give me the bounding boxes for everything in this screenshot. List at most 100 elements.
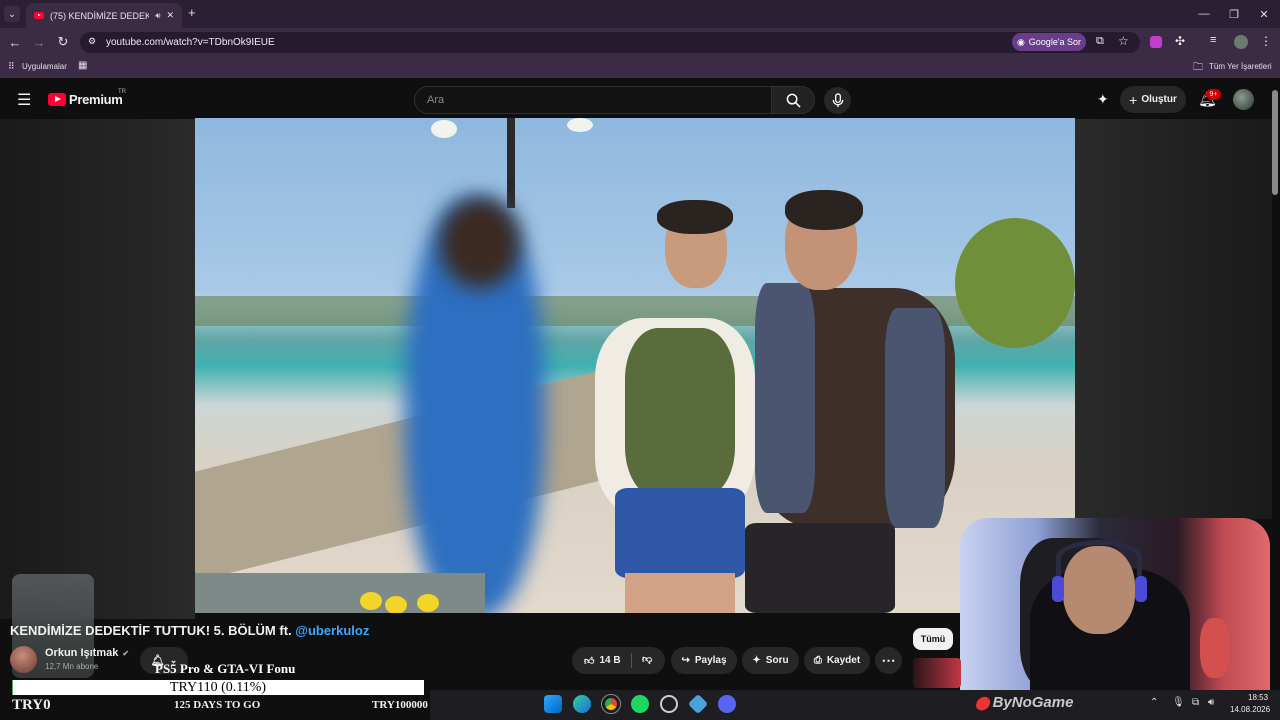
clock-date[interactable]: 14.08.2026 <box>1230 705 1270 714</box>
create-button[interactable]: + Oluştur <box>1120 86 1186 113</box>
hamburger-menu-icon[interactable]: ☰ <box>17 90 31 110</box>
share-icon: ↪ <box>681 655 690 666</box>
browser-toolbar: ← → ↻ ⚙ youtube.com/watch?v=TDbnOk9IEUE … <box>0 28 1280 56</box>
fund-goal: TRY100000 <box>372 699 428 711</box>
bookmark-star-icon[interactable]: ☆ <box>1118 34 1129 48</box>
tab-groups-icon[interactable]: ▦ <box>78 60 87 71</box>
region-label: TR <box>118 89 126 95</box>
apps-grid-icon[interactable]: ⠿ <box>8 61 15 72</box>
restore-icon[interactable]: ❐ <box>1218 0 1250 28</box>
notification-badge: 9+ <box>1206 89 1221 100</box>
extension-icon[interactable] <box>1150 36 1162 48</box>
tray-volume-icon[interactable]: 🔊︎ <box>1208 697 1214 708</box>
video-player[interactable] <box>195 118 1075 613</box>
search-input[interactable]: Ara <box>414 86 772 114</box>
microphone-icon <box>832 93 843 108</box>
bookmark-apps[interactable]: Uygulamalar <box>22 62 67 71</box>
search-icon <box>786 93 801 108</box>
windows-taskbar: ⬤ ByNoGame ⌃ 🎙︎ ⧉ 🔊︎ 18:53 14.08.2026 <box>430 690 1280 720</box>
fund-progress-text: TRY110 (0.11%) <box>169 679 267 695</box>
create-label: Oluştur <box>1141 94 1177 105</box>
discord-icon[interactable] <box>718 695 736 713</box>
towel-person-2b <box>885 308 945 528</box>
close-tab-icon[interactable]: ✕ <box>166 10 174 21</box>
ambient-right <box>1075 119 1272 519</box>
chip-all[interactable]: Tümü <box>913 628 953 650</box>
install-icon[interactable]: ⧉ <box>1096 35 1104 48</box>
voice-search-button[interactable] <box>824 87 851 114</box>
lens-icon: ◉ <box>1016 36 1025 47</box>
browser-tab-strip: ⌄ (75) KENDİMİZE DEDEKTİF T 🔊︎ ✕ + — ❐ ✕ <box>0 0 1280 28</box>
recommended-thumbnail[interactable] <box>913 658 961 688</box>
shorts-person-1 <box>615 488 745 578</box>
start-icon[interactable] <box>544 695 562 713</box>
close-window-icon[interactable]: ✕ <box>1248 0 1280 28</box>
edge-icon[interactable] <box>573 695 591 713</box>
browser-tab[interactable]: (75) KENDİMİZE DEDEKTİF T 🔊︎ ✕ <box>26 3 182 28</box>
divider <box>631 653 632 668</box>
app-icon[interactable] <box>687 693 709 715</box>
guitar <box>1200 618 1230 678</box>
youtube-header: ☰ Premium TR Ara ✦ + Oluştur 🔔︎ 9+ <box>0 81 1280 119</box>
lemon <box>360 592 382 610</box>
tray-chevron-icon[interactable]: ⌃ <box>1150 697 1158 708</box>
google-ask-button[interactable]: ◉ Google'a Sor <box>1012 33 1086 51</box>
youtube-favicon-icon <box>34 12 44 19</box>
back-icon[interactable]: ← <box>3 28 27 56</box>
address-bar[interactable]: ⚙ youtube.com/watch?v=TDbnOk9IEUE <box>80 32 1140 53</box>
clock-time[interactable]: 18:53 <box>1248 693 1268 702</box>
premium-label: Premium <box>69 92 123 107</box>
ask-button[interactable]: ✦ Soru <box>742 647 799 674</box>
tray-display-icon[interactable]: ⧉ <box>1192 697 1199 708</box>
video-title: KENDİMİZE DEDEKTİF TUTTUK! 5. BÖLÜM ft. … <box>10 623 369 638</box>
profile-avatar-icon[interactable] <box>1234 35 1248 49</box>
title-mention-link[interactable]: @uberkuloz <box>295 623 369 638</box>
site-info-icon[interactable]: ⚙ <box>88 36 96 47</box>
lamp-globe <box>431 120 457 138</box>
all-bookmarks[interactable]: Tüm Yer İşaretleri <box>1209 62 1272 71</box>
tab-search-icon[interactable]: ⌄ <box>4 6 20 22</box>
fund-current-value: TRY0 <box>12 697 51 713</box>
page-scrollbar[interactable] <box>1272 90 1278 195</box>
reload-icon[interactable]: ↻ <box>51 28 75 56</box>
account-avatar[interactable] <box>1233 89 1254 110</box>
extensions-puzzle-icon[interactable]: ✣ <box>1175 34 1185 48</box>
like-count[interactable]: 14 B <box>599 655 620 666</box>
cast-icon[interactable]: ✦ <box>1097 91 1109 108</box>
like-icon[interactable]: 👍︎ <box>584 655 594 667</box>
brand-label: ByNoGame <box>992 694 1074 711</box>
bookmark-icon: ⎙ <box>813 655 822 666</box>
towel-person-2 <box>755 283 815 513</box>
menu-kebab-icon[interactable]: ⋮ <box>1260 34 1272 48</box>
spotify-icon[interactable] <box>631 695 649 713</box>
bynogame-logo: ⬤ ByNoGame <box>975 694 1073 711</box>
like-dislike-group: 👍︎ 14 B 👎︎ <box>572 647 665 674</box>
blurred-head <box>440 198 520 288</box>
hair-person-1 <box>657 200 733 234</box>
channel-avatar[interactable] <box>10 646 37 673</box>
headset-light-left <box>1052 576 1064 602</box>
dislike-icon[interactable]: 👎︎ <box>642 653 652 665</box>
hair-person-2 <box>785 190 863 230</box>
obs-icon[interactable] <box>660 695 678 713</box>
video-title-text: KENDİMİZE DEDEKTİF TUTTUK! 5. BÖLÜM ft. <box>10 623 296 638</box>
ambient-left <box>0 119 195 619</box>
channel-name-row[interactable]: Orkun Işıtmak ✔ <box>45 647 129 659</box>
forward-icon[interactable]: → <box>27 28 51 56</box>
tab-title: (75) KENDİMİZE DEDEKTİF T <box>50 10 150 21</box>
shirt-person-1 <box>625 328 735 498</box>
tray-mic-icon[interactable]: 🎙︎ <box>1172 697 1185 708</box>
more-actions-icon[interactable]: ⋯ <box>875 647 902 674</box>
chrome-icon[interactable] <box>601 694 621 714</box>
streamer-webcam <box>960 518 1270 694</box>
media-control-icon[interactable]: ≡ <box>1210 34 1216 46</box>
channel-name[interactable]: Orkun Işıtmak <box>45 647 118 659</box>
share-button[interactable]: ↪ Paylaş <box>671 647 737 674</box>
verified-icon: ✔ <box>122 648 130 658</box>
url-text: youtube.com/watch?v=TDbnOk9IEUE <box>106 37 275 48</box>
new-tab-icon[interactable]: + <box>188 5 196 20</box>
headset-icon <box>1056 540 1142 576</box>
minimize-icon[interactable]: — <box>1188 0 1220 28</box>
save-button[interactable]: ⎙ Kaydet <box>804 647 870 674</box>
search-button[interactable] <box>771 86 815 114</box>
